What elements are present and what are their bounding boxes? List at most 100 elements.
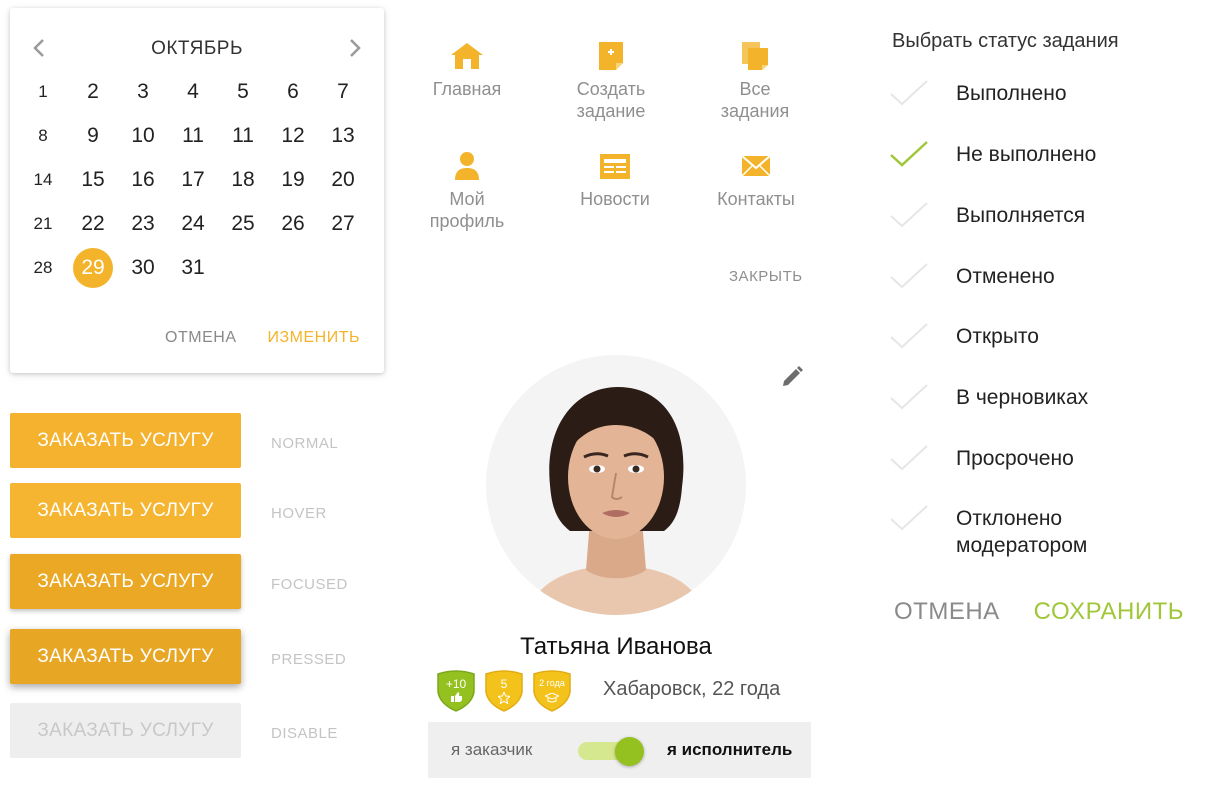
status-option[interactable]: Отклонено модератором xyxy=(888,504,1198,564)
menu-item-home[interactable]: Главная xyxy=(397,40,537,100)
profile-location: Хабаровск, 22 года xyxy=(603,678,781,700)
experience-badge: 2 года xyxy=(530,670,574,712)
calendar-grid: 1 2 3 4 5 6 7 8 9 10 11 11 12 13 14 15 1… xyxy=(18,70,376,290)
button-state-row: ЗАКАЗАТЬ УСЛУГУ NORMAL xyxy=(10,413,350,469)
calendar-day[interactable]: 15 xyxy=(68,158,118,202)
button-state-row: ЗАКАЗАТЬ УСЛУГУ PRESSED xyxy=(10,629,350,685)
order-service-button-focused[interactable]: ЗАКАЗАТЬ УСЛУГУ xyxy=(10,554,241,609)
calendar-week-row: 8 9 10 11 11 12 13 xyxy=(18,114,376,158)
status-option-label: В черновиках xyxy=(956,386,1089,409)
badge-value: +10 xyxy=(445,677,467,691)
calendar-day[interactable]: 10 xyxy=(118,114,168,158)
calendar-day[interactable]: 20 xyxy=(318,158,368,202)
profile-name: Татьяна Иванова xyxy=(520,633,712,660)
status-actions: ОТМЕНА СОХРАНИТЬ xyxy=(894,598,1184,626)
menu-item-contacts[interactable]: Контакты xyxy=(686,150,826,210)
calendar-day[interactable]: 12 xyxy=(268,114,318,158)
order-service-button-hover[interactable]: ЗАКАЗАТЬ УСЛУГУ xyxy=(10,483,241,538)
star-icon xyxy=(498,692,510,704)
week-number: 28 xyxy=(33,258,53,277)
avatar xyxy=(486,355,746,615)
status-option[interactable]: Выполнено xyxy=(888,79,1198,127)
order-service-button-normal[interactable]: ЗАКАЗАТЬ УСЛУГУ xyxy=(10,413,241,468)
checkmark-icon xyxy=(890,323,928,349)
calendar-day[interactable]: 2 xyxy=(68,70,118,114)
badge-value: 5 xyxy=(500,677,508,691)
order-service-button-pressed[interactable]: ЗАКАЗАТЬ УСЛУГУ xyxy=(10,629,241,684)
status-option-selected[interactable]: Не выполнено xyxy=(888,140,1198,188)
calendar-day[interactable]: 23 xyxy=(118,202,168,246)
calendar-day[interactable]: 30 xyxy=(118,246,168,290)
state-label: DISABLE xyxy=(271,725,338,742)
calendar-day[interactable]: 16 xyxy=(118,158,168,202)
envelope-icon xyxy=(736,150,776,182)
state-label: FOCUSED xyxy=(271,576,348,593)
role-toggle-knob[interactable] xyxy=(615,737,644,766)
chevron-right-icon[interactable] xyxy=(342,36,366,60)
menu-item-label: Все задания xyxy=(720,79,790,121)
status-option[interactable]: Открыто xyxy=(888,322,1198,370)
calendar-day[interactable]: 31 xyxy=(168,246,218,290)
menu-item-my-profile[interactable]: Мой профиль xyxy=(397,150,537,232)
menu-item-label: Главная xyxy=(432,79,502,99)
menu-item-label: Мой профиль xyxy=(429,189,505,231)
status-cancel-button[interactable]: ОТМЕНА xyxy=(894,598,1000,626)
status-option[interactable]: В черновиках xyxy=(888,383,1198,431)
calendar-day[interactable]: 22 xyxy=(68,202,118,246)
calendar-day[interactable]: 26 xyxy=(268,202,318,246)
graduation-cap-icon xyxy=(545,693,559,703)
calendar-week-row: 21 22 23 24 25 26 27 xyxy=(18,202,376,246)
calendar-day[interactable]: 17 xyxy=(168,158,218,202)
calendar-day[interactable]: 11 xyxy=(168,114,218,158)
calendar-day[interactable]: 7 xyxy=(318,70,368,114)
week-number: 21 xyxy=(33,214,53,233)
user-icon xyxy=(447,150,487,182)
status-save-button[interactable]: СОХРАНИТЬ xyxy=(1034,598,1184,626)
status-option[interactable]: Просрочено xyxy=(888,444,1198,492)
checkmark-icon xyxy=(890,384,928,410)
state-label: PRESSED xyxy=(271,651,347,668)
week-number: 14 xyxy=(33,170,53,189)
week-number: 8 xyxy=(38,126,48,145)
calendar-day[interactable]: 3 xyxy=(118,70,168,114)
calendar-day[interactable]: 25 xyxy=(218,202,268,246)
calendar-cancel-button[interactable]: ОТМЕНА xyxy=(165,329,236,347)
calendar-day[interactable]: 9 xyxy=(68,114,118,158)
status-option-label: Выполняется xyxy=(956,204,1086,227)
calendar-day[interactable]: 13 xyxy=(318,114,368,158)
role-switcher: я заказчик я исполнитель xyxy=(428,722,811,778)
calendar-day[interactable]: 11 xyxy=(218,114,268,158)
status-title: Выбрать статус задания xyxy=(892,30,1119,52)
role-executor-label[interactable]: я исполнитель xyxy=(667,740,792,760)
pencil-icon[interactable] xyxy=(780,365,804,389)
calendar-day[interactable]: 5 xyxy=(218,70,268,114)
status-option[interactable]: Отменено xyxy=(888,262,1198,310)
menu-close-button[interactable]: ЗАКРЫТЬ xyxy=(729,268,803,285)
badge-value: 2 года xyxy=(539,678,565,688)
checkmark-icon xyxy=(890,263,928,289)
calendar-day[interactable]: 24 xyxy=(168,202,218,246)
calendar-day-selected[interactable]: 29 xyxy=(68,246,118,290)
status-option-label: Отклонено модератором xyxy=(956,507,1088,557)
calendar-day[interactable]: 19 xyxy=(268,158,318,202)
calendar-week-row: 28 29 30 31 xyxy=(18,246,376,290)
calendar-day[interactable]: 6 xyxy=(268,70,318,114)
calendar-change-button[interactable]: ИЗМЕНИТЬ xyxy=(268,329,361,347)
status-option[interactable]: Выполняется xyxy=(888,201,1198,249)
button-state-row: ЗАКАЗАТЬ УСЛУГУ FOCUSED xyxy=(10,554,350,610)
calendar-month: ОКТЯБРЬ xyxy=(151,38,243,59)
calendar-day[interactable]: 18 xyxy=(218,158,268,202)
checkmark-icon xyxy=(890,202,928,228)
calendar-day[interactable]: 27 xyxy=(318,202,368,246)
checkmark-icon xyxy=(890,141,928,167)
status-option-label: Просрочено xyxy=(956,447,1074,470)
status-option-label: Отменено xyxy=(956,265,1055,288)
menu-item-create-task[interactable]: Создать задание xyxy=(541,40,681,122)
menu-item-all-tasks[interactable]: Все задания xyxy=(685,40,825,122)
calendar-day[interactable]: 4 xyxy=(168,70,218,114)
home-icon xyxy=(447,40,487,72)
calendar-week-row: 14 15 16 17 18 19 20 xyxy=(18,158,376,202)
button-state-row: ЗАКАЗАТЬ УСЛУГУ DISABLE xyxy=(10,703,350,759)
role-customer-label[interactable]: я заказчик xyxy=(451,740,532,760)
menu-item-news[interactable]: Новости xyxy=(545,150,685,210)
